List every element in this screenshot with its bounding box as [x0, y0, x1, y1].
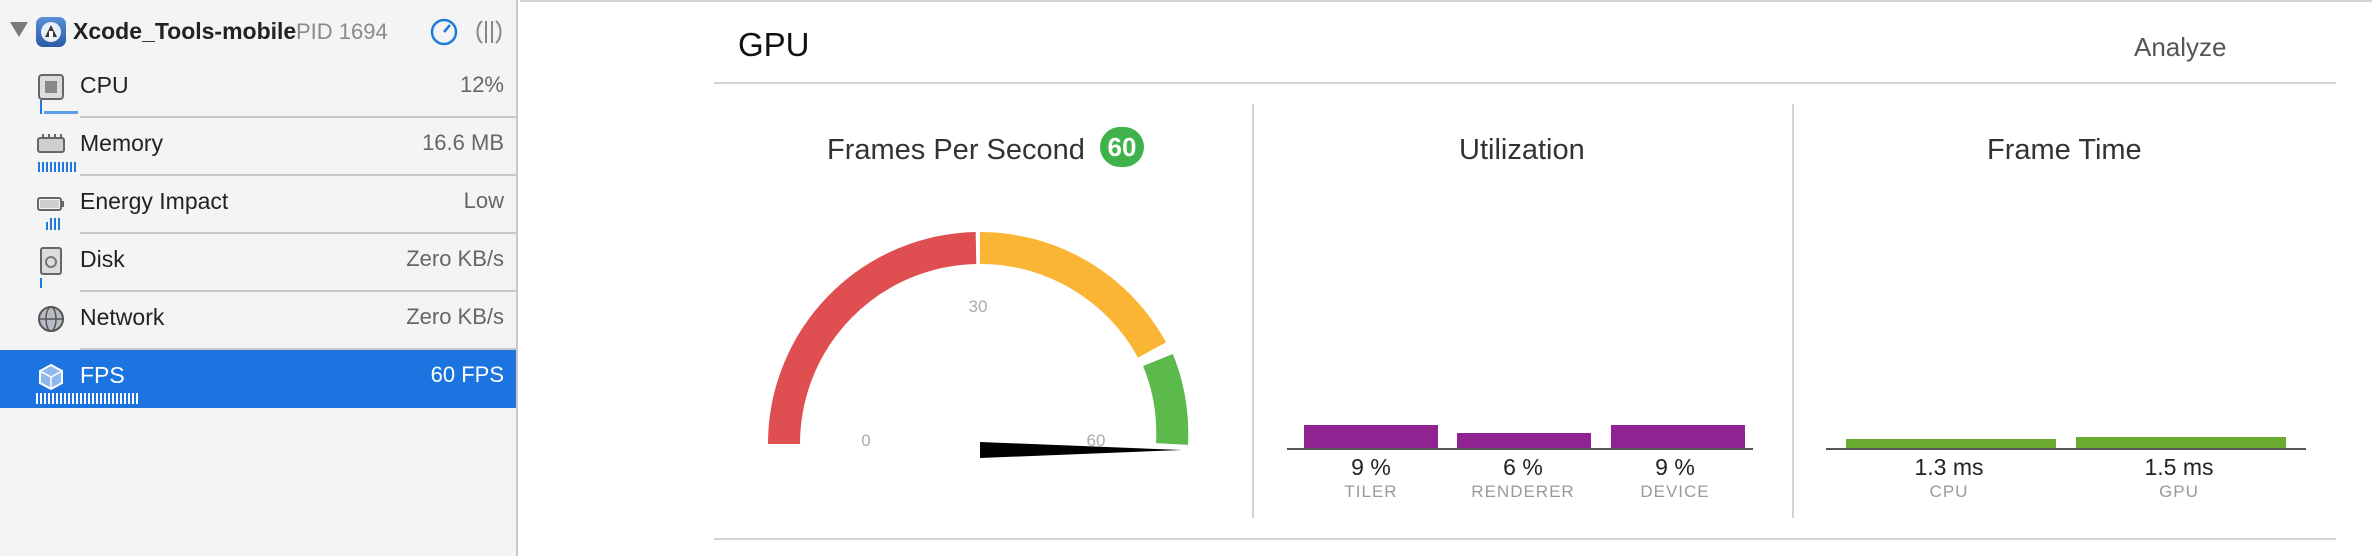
gauge-value: 12% [459, 72, 504, 97]
gauge-value: Zero KB/s [406, 304, 504, 329]
gauge-item-cpu[interactable]: CPU 12% [0, 60, 516, 118]
bar-renderer [1457, 433, 1591, 448]
sparkline [40, 100, 78, 114]
sparkline [36, 393, 138, 404]
gauge-label: Memory [80, 130, 164, 156]
split-view-icon[interactable] [474, 18, 504, 46]
frame-time-panel-title: Frame Time [1987, 134, 2142, 166]
gauge-red-arc [768, 232, 977, 445]
page-title: GPU [738, 26, 810, 63]
bar-value-cpu: 1.3 ms [1914, 454, 1984, 480]
sparkline [46, 218, 60, 230]
process-name: Xcode_Tools-mobile [73, 18, 297, 44]
gauge-label: Network [80, 304, 165, 330]
bar-category-renderer: RENDERER [1471, 482, 1575, 501]
utilization-panel-title: Utilization [1459, 134, 1585, 166]
bar-category-tiler: TILER [1344, 482, 1398, 501]
gauge-needle [980, 442, 1182, 458]
gauge-item-network[interactable]: Network Zero KB/s [0, 292, 516, 350]
bar-tiler [1304, 425, 1438, 448]
globe-icon [38, 306, 64, 332]
bar-device [1611, 425, 1745, 448]
fps-gauge: 0 30 60 [768, 232, 1189, 458]
sparkline [40, 278, 42, 288]
process-header[interactable]: Xcode_Tools-mobile PID 1694 [0, 0, 516, 64]
gauge-label: CPU [80, 72, 129, 98]
gpu-report-pane: GPU Analyze Frames Per Second 60 0 30 60… [520, 0, 2372, 556]
gauge-value: 16.6 MB [422, 130, 504, 155]
process-pid: PID 1694 [296, 19, 388, 44]
memory-chip-icon [37, 134, 65, 153]
speedometer-icon[interactable] [430, 18, 458, 46]
bar-category-gpu: GPU [2159, 482, 2199, 501]
panel-divider [1252, 104, 1254, 518]
gpu-cube-icon [39, 363, 63, 391]
utilization-baseline [1287, 448, 1753, 450]
bar-value-tiler: 9 % [1351, 454, 1391, 480]
gauge-label: FPS [80, 362, 125, 388]
gauge-item-memory[interactable]: Memory 16.6 MB [0, 118, 516, 176]
gauge-yellow-arc [979, 232, 1167, 358]
bar-value-renderer: 6 % [1503, 454, 1543, 480]
bar-category-device: DEVICE [1640, 482, 1710, 501]
gauge-label-mid: 30 [969, 297, 988, 316]
disk-icon [40, 247, 62, 275]
gauge-item-disk[interactable]: Disk Zero KB/s [0, 234, 516, 292]
gauge-green-arc [1143, 354, 1189, 445]
app-icon [36, 17, 66, 47]
cpu-icon [38, 74, 64, 100]
fps-panel-title: Frames Per Second [827, 134, 1085, 166]
bar-value-device: 9 % [1655, 454, 1695, 480]
frame-time-baseline [1826, 448, 2306, 450]
gauge-item-energy-impact[interactable]: Energy Impact Low [0, 176, 516, 234]
gauge-label: Energy Impact [80, 188, 229, 214]
title-divider [714, 82, 2336, 84]
bar-gpu [2076, 437, 2286, 448]
bar-value-gpu: 1.5 ms [2144, 454, 2214, 480]
analyze-button[interactable]: Analyze [2120, 28, 2241, 67]
top-border [520, 0, 2372, 2]
debug-navigator-sidebar: Xcode_Tools-mobile PID 1694 CPU 12% Memo… [0, 0, 518, 556]
disclosure-triangle-icon[interactable] [10, 22, 28, 37]
gauge-value: Zero KB/s [406, 246, 504, 271]
panel-divider [1792, 104, 1794, 518]
bar-category-cpu: CPU [1929, 482, 1969, 501]
battery-icon [37, 197, 64, 211]
fps-badge: 60 [1100, 127, 1144, 167]
gauge-item-fps[interactable]: FPS 60 FPS [0, 350, 516, 408]
bottom-divider [714, 538, 2336, 540]
gauge-value: 60 FPS [430, 362, 504, 387]
bar-cpu [1846, 439, 2056, 448]
gauge-value: Low [463, 188, 504, 213]
gauge-label-min: 0 [861, 431, 870, 450]
sparkline [38, 162, 76, 172]
gauge-label: Disk [80, 246, 125, 272]
